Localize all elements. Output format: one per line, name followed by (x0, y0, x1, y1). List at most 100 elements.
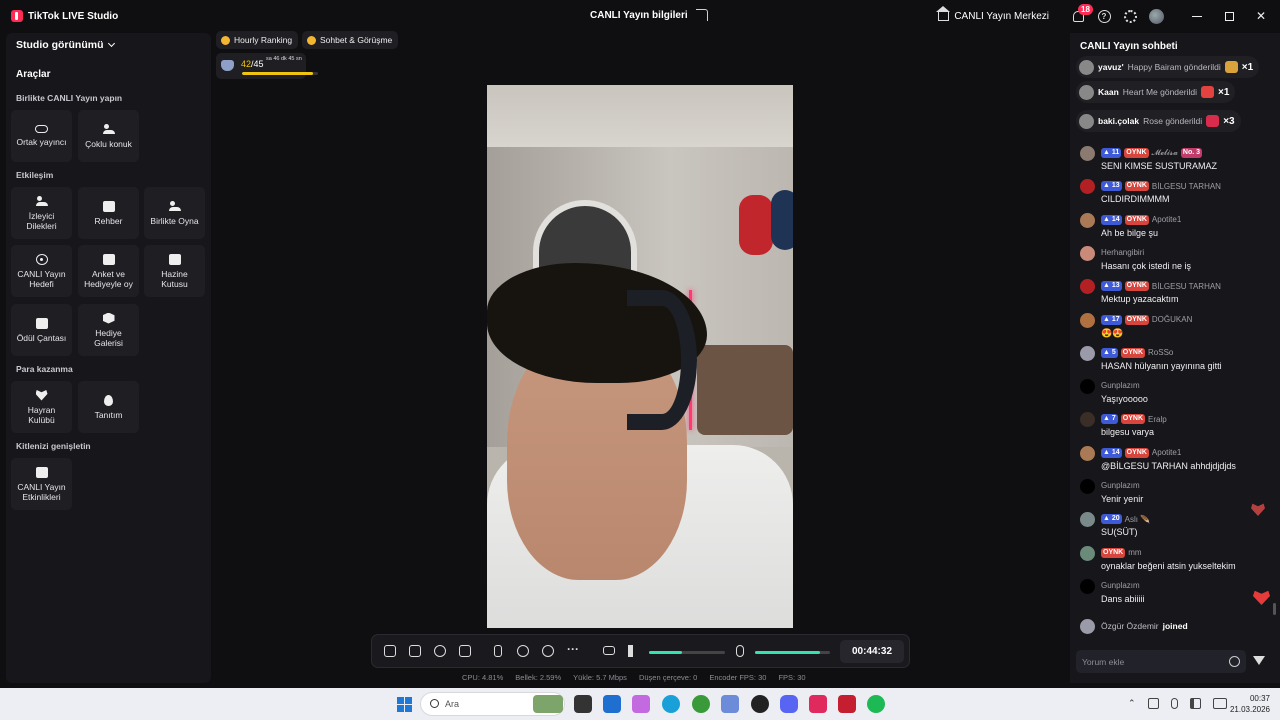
effects-wand-icon[interactable] (384, 645, 396, 657)
chat-message[interactable]: ▲ 11 OYNK 𝓜𝓮𝓵𝓲𝓼𝓪 No. 3 SENI KIMSE SUSTURAMAZ (1080, 146, 1276, 176)
outlook-icon[interactable] (603, 695, 621, 713)
username[interactable]: mm (1128, 548, 1141, 557)
task-view-icon[interactable] (574, 695, 592, 713)
username[interactable]: BİLGESU TARHAN (1152, 282, 1221, 291)
filter-icon[interactable] (1253, 656, 1265, 665)
chat-message[interactable]: ▲ 13 OYNK BİLGESU TARHAN CILDIRDIMMMM (1080, 179, 1276, 209)
username[interactable]: BİLGESU TARHAN (1152, 182, 1221, 191)
portrait-mode-icon[interactable] (494, 645, 502, 657)
system-tray: ⌃ (1128, 698, 1227, 709)
tile-treasure-box[interactable]: Hazine Kutusu (144, 245, 205, 297)
mic-volume-slider[interactable] (755, 651, 830, 654)
tile-label: Rehber (94, 215, 123, 226)
username[interactable]: DOĞUKAN (1152, 315, 1192, 324)
fan-club-badge: OYNK (1124, 181, 1149, 192)
tile-play-together[interactable]: Birlikte Oyna (144, 187, 205, 239)
chat-message[interactable]: Gunplazım Dans abiiiii (1080, 578, 1276, 609)
clock[interactable]: 00:37 21.03.2026 (1226, 693, 1270, 715)
tile-live-events[interactable]: CANLI Yayın Etkinlikleri (11, 458, 72, 510)
tile-gift-gallery[interactable]: Hediye Galerisi (78, 304, 139, 356)
tiktok-live-studio-icon[interactable] (838, 695, 856, 713)
minimize-button[interactable] (1181, 0, 1213, 32)
speaker-volume-slider[interactable] (649, 651, 725, 654)
tile-live-goal[interactable]: CANLI Yayın Hedefi (11, 245, 72, 297)
hourly-ranking-label: Hourly Ranking (234, 35, 293, 45)
audio-mixer-icon[interactable] (603, 646, 615, 655)
microphone-icon[interactable] (736, 645, 744, 657)
maximize-button[interactable] (1213, 0, 1245, 32)
auto-icon[interactable] (434, 645, 446, 657)
tile-promote[interactable]: Tanıtım (78, 381, 139, 433)
rank-time-left: sa 46 dk 45 sn (266, 56, 302, 62)
stream-controls: ··· 00:44:32 (371, 634, 910, 668)
help-button[interactable]: ? (1091, 0, 1117, 32)
play-icon (168, 200, 181, 212)
comment-input[interactable]: Yorum ekle (1076, 650, 1246, 673)
username[interactable]: Gunplazım (1101, 381, 1140, 390)
microphone-tray-icon[interactable] (1170, 698, 1178, 709)
username[interactable]: RoSSo (1148, 348, 1173, 357)
emoji-icon[interactable] (1229, 656, 1240, 667)
volume-icon[interactable] (1189, 698, 1201, 709)
close-button[interactable]: ✕ (1245, 0, 1277, 32)
chat-message[interactable]: ▲ 20 Aslı 🪶 SU(SÜT) (1080, 512, 1276, 542)
chat-message[interactable]: ▲ 14 OYNK Apotite1 Ah be bilge şu (1080, 212, 1276, 243)
avatar (1080, 412, 1095, 428)
text-overlay-icon[interactable] (409, 645, 421, 657)
username[interactable]: Herhangibiri (1101, 248, 1144, 257)
tile-viewer-wishes[interactable]: İzleyici Dilekleri (11, 187, 72, 239)
more-icon[interactable]: ··· (567, 643, 579, 657)
chat-message[interactable]: Gunplazım Yaşıyooooo (1080, 379, 1276, 409)
cpu-stat: CPU: 4.81% (462, 673, 504, 682)
chat-message[interactable]: Herhangibiri Hasanı çok istedi ne iş (1080, 245, 1276, 276)
username[interactable]: Aslı 🪶 (1125, 515, 1151, 524)
notifications-button[interactable]: 18 (1065, 0, 1093, 32)
tile-multi-guest[interactable]: Çoklu konuk (78, 110, 139, 162)
chat-message[interactable]: ▲ 14 OYNK Apotite1 @BİLGESU TARHAN ahhdjdjd… (1080, 445, 1276, 476)
username[interactable]: Gunplazım (1101, 581, 1140, 590)
discord-icon[interactable] (780, 695, 798, 713)
capture-icon[interactable] (542, 645, 554, 657)
chevron-up-icon[interactable]: ⌃ (1128, 698, 1136, 709)
chat-message[interactable]: OYNK mm oynaklar beğeni atsin yukseltekim (1080, 545, 1276, 576)
copilot-icon[interactable] (632, 695, 650, 713)
profile-button[interactable] (1143, 0, 1169, 32)
username[interactable]: 𝓜𝓮𝓵𝓲𝓼𝓪 (1152, 148, 1178, 158)
chat-meet-chip[interactable]: Sohbet & Görüşme (302, 31, 399, 49)
tile-reward-bag[interactable]: Ödül Çantası (11, 304, 72, 356)
tile-co-host[interactable]: Ortak yayıncı (11, 110, 72, 162)
weather-widget-icon[interactable] (533, 695, 563, 713)
spotify-icon[interactable] (867, 695, 885, 713)
chat-message[interactable]: ▲ 5 OYNK RoSSo HASAN hülyanın yayınına gitt… (1080, 345, 1276, 376)
chrome-icon[interactable] (692, 695, 710, 713)
tiktok-taskbar-icon[interactable] (809, 695, 827, 713)
studio-view-dropdown[interactable]: Studio görünümü (16, 39, 116, 51)
section-engagement: Etkileşim (16, 170, 54, 180)
username[interactable]: Apotite1 (1152, 215, 1181, 224)
username[interactable]: Apotite1 (1152, 448, 1181, 457)
chat-scrollbar[interactable] (1273, 603, 1276, 615)
app-icon[interactable] (721, 695, 739, 713)
username[interactable]: Eralp (1148, 415, 1167, 424)
network-icon[interactable] (1147, 698, 1159, 709)
tile-poll[interactable]: Anket ve Hediyeyle oy (78, 245, 139, 297)
chat-message[interactable]: ▲ 17 OYNK DOĞUKAN 😍😍 (1080, 312, 1276, 343)
game-app-icon[interactable] (751, 695, 769, 713)
speaker-icon[interactable] (628, 645, 638, 657)
add-source-icon[interactable] (459, 645, 471, 657)
edge-icon[interactable] (662, 695, 680, 713)
windows-start-icon[interactable] (397, 697, 412, 712)
record-icon[interactable] (517, 645, 529, 657)
chat-message[interactable]: ▲ 7 OYNK Eralp bilgesu varya (1080, 412, 1276, 442)
tile-fan-club[interactable]: Hayran Kulübü (11, 381, 72, 433)
tile-guide[interactable]: Rehber (78, 187, 139, 239)
live-center-link[interactable]: CANLI Yayın Merkezi (936, 6, 1049, 22)
live-info-button[interactable]: CANLI Yayın bilgileri (590, 9, 708, 21)
username[interactable]: Gunplazım (1101, 481, 1140, 490)
ranking-progress[interactable]: 42/45 sa 46 dk 45 sn (216, 53, 318, 79)
battery-icon[interactable] (1212, 698, 1227, 709)
hourly-ranking-chip[interactable]: Hourly Ranking (216, 31, 299, 49)
chat-message[interactable]: Gunplazım Yenir yenir (1080, 479, 1276, 509)
settings-button[interactable] (1117, 0, 1143, 32)
chat-message[interactable]: ▲ 13 OYNK BİLGESU TARHAN Mektup yazacaktım (1080, 279, 1276, 309)
